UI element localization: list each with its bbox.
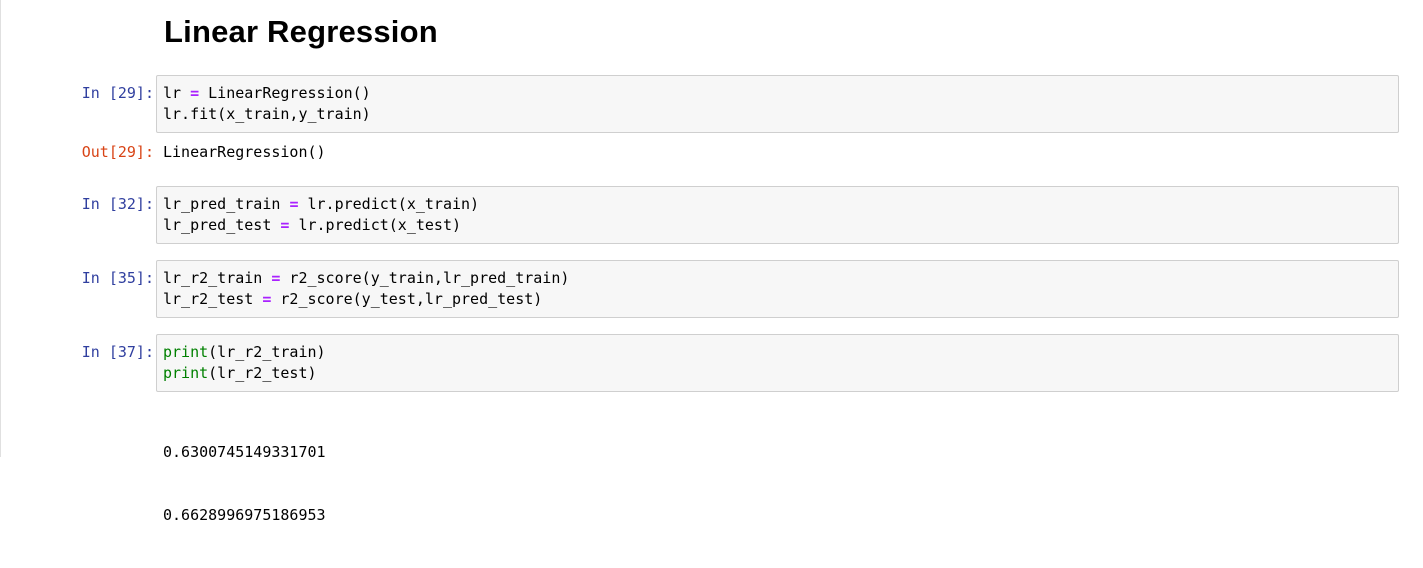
cell-output: LinearRegression() [163,143,326,161]
assignment-operator: = [190,84,200,102]
input-prompt: In [35]: [81,269,154,287]
code-line: print(lr_r2_train) [163,343,326,361]
code-line: print(lr_r2_test) [163,364,317,382]
input-prompt: In [29]: [81,84,154,102]
code-line: lr_pred_train = lr.predict(x_train) [163,195,480,213]
builtin-function: print [163,364,209,382]
markdown-heading: Linear Regression [164,14,438,49]
stdout-line: 0.6628996975186953 [163,506,326,524]
code-cell-input[interactable]: print(lr_r2_train) print(lr_r2_test) [156,334,1399,392]
code-line: lr_r2_train = r2_score(y_train,lr_pred_t… [163,269,570,287]
code-line: lr.fit(x_train,y_train) [163,105,371,123]
code-line: lr = LinearRegression() [163,84,371,102]
stdout-line: 0.6300745149331701 [163,443,326,461]
code-cell-input[interactable]: lr_r2_train = r2_score(y_train,lr_pred_t… [156,260,1399,318]
input-prompt: In [37]: [81,343,154,361]
code-cell-input[interactable]: lr = LinearRegression() lr.fit(x_train,y… [156,75,1399,133]
code-cell-input[interactable]: lr_pred_train = lr.predict(x_train) lr_p… [156,186,1399,244]
notebook: Linear Regression In [29]: lr = LinearRe… [0,0,1423,524]
builtin-function: print [163,343,209,361]
input-prompt: In [32]: [81,195,154,213]
stdout-output: 0.6300745149331701 0.6628996975186953 [163,400,326,568]
code-line: lr_pred_test = lr.predict(x_test) [163,216,462,234]
code-line: lr_r2_test = r2_score(y_test,lr_pred_tes… [163,290,543,308]
output-prompt: Out[29]: [81,143,154,161]
